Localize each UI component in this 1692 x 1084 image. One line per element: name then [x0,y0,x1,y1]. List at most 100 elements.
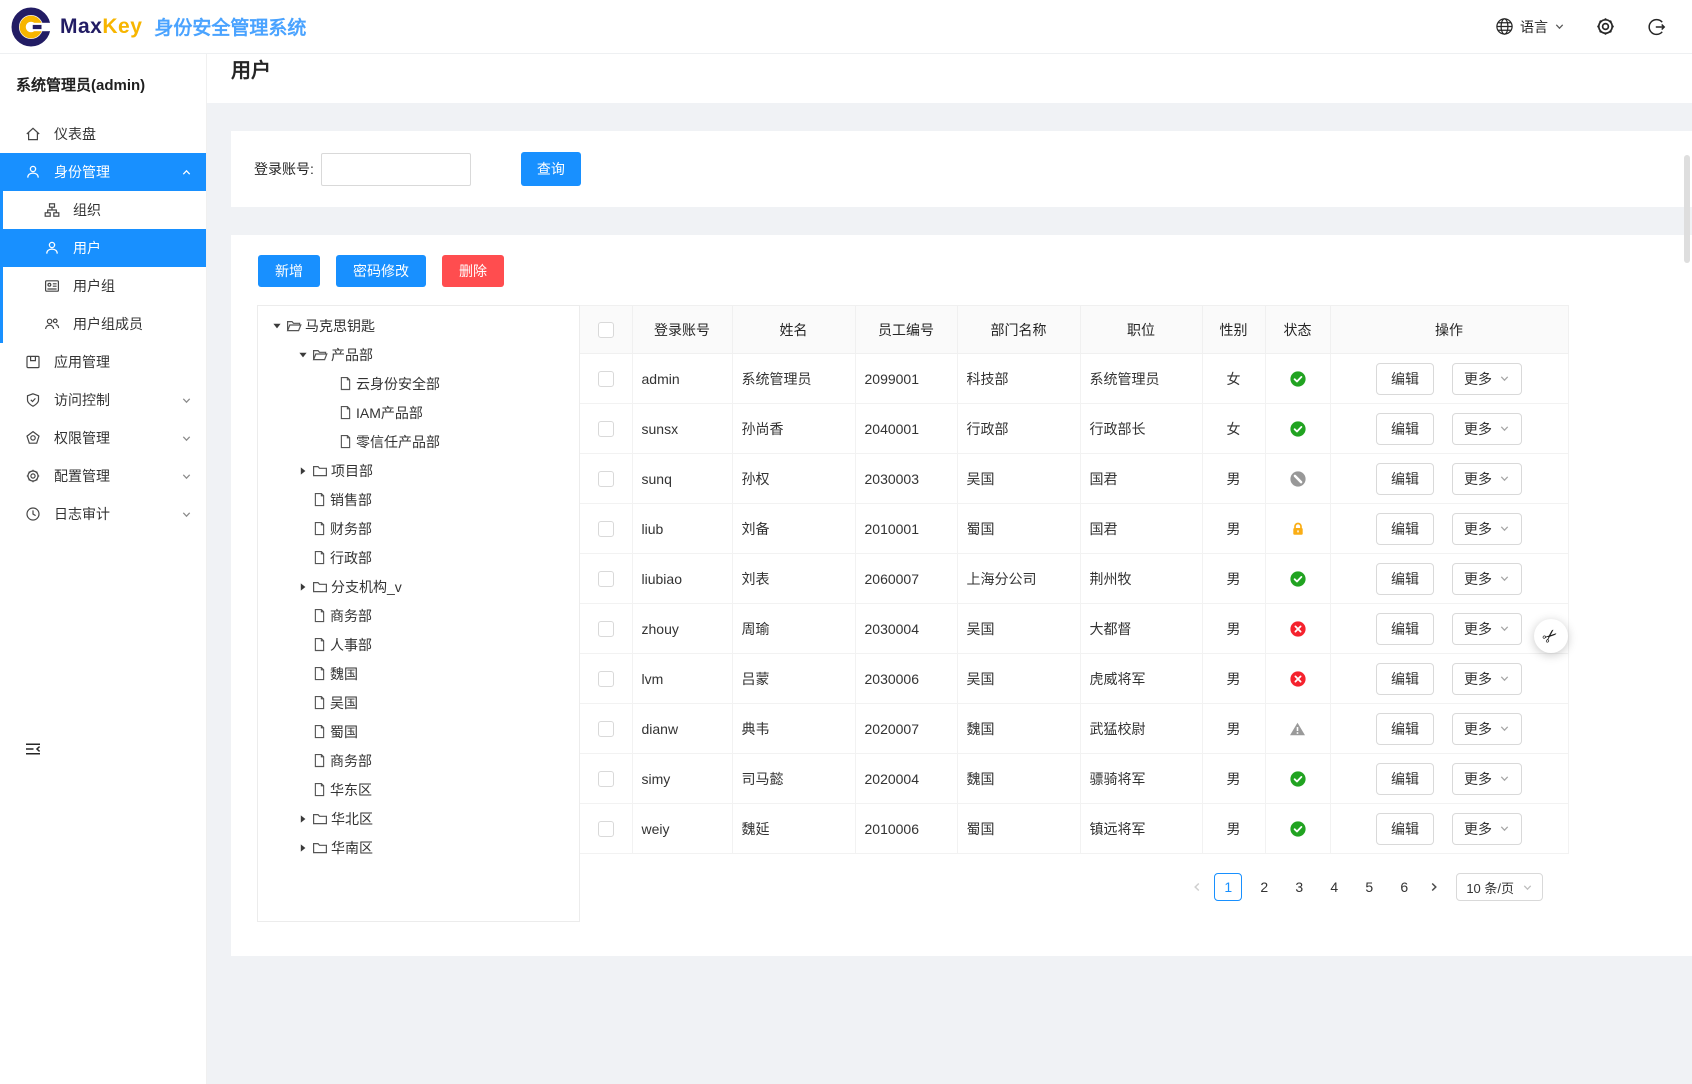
cell-actions: 编辑更多 [1330,454,1568,504]
row-checkbox[interactable] [598,571,614,587]
sidebar-item-organizations[interactable]: 组织 [3,191,206,229]
change-password-button[interactable]: 密码修改 [336,255,426,287]
main-content: home / 身份管理 / 用户 用户 登录账号: 查询 新增 密码修改 删除 … [207,0,1692,956]
tree-node[interactable]: 人事部 [258,630,579,659]
tree-node[interactable]: 华东区 [258,775,579,804]
cell-position: 武猛校尉 [1080,704,1202,754]
vertical-scrollbar[interactable] [1684,155,1690,263]
tree-node[interactable]: 魏国 [258,659,579,688]
edit-button[interactable]: 编辑 [1376,413,1434,445]
caret-right-icon[interactable] [294,466,312,476]
tree-node-label: 分支机构_v [331,577,402,597]
page-button[interactable]: 4 [1321,873,1347,901]
sidebar-item-permissions[interactable]: 权限管理 [0,419,206,457]
tree-node[interactable]: 云身份安全部 [258,369,579,398]
language-menu[interactable]: 语言 [1495,17,1565,37]
edit-button[interactable]: 编辑 [1376,463,1434,495]
sidebar-item-user-group-members[interactable]: 用户组成员 [3,305,206,343]
login-account-input[interactable] [321,153,471,186]
more-button[interactable]: 更多 [1452,813,1522,845]
row-select-cell [580,804,632,854]
row-checkbox[interactable] [598,521,614,537]
tree-node[interactable]: 吴国 [258,688,579,717]
edit-button[interactable]: 编辑 [1376,713,1434,745]
sidebar-item-config[interactable]: 配置管理 [0,457,206,495]
tree-node-label: IAM产品部 [356,403,423,423]
sidebar-item-access-control[interactable]: 访问控制 [0,381,206,419]
edit-button[interactable]: 编辑 [1376,563,1434,595]
more-button[interactable]: 更多 [1452,413,1522,445]
tree-node[interactable]: IAM产品部 [258,398,579,427]
tree-node[interactable]: 华北区 [258,804,579,833]
edit-button[interactable]: 编辑 [1376,613,1434,645]
more-button[interactable]: 更多 [1452,713,1522,745]
more-button[interactable]: 更多 [1452,663,1522,695]
sidebar-item-user-groups[interactable]: 用户组 [3,267,206,305]
more-button[interactable]: 更多 [1452,363,1522,395]
row-select-cell [580,654,632,704]
sidebar-item-dashboard[interactable]: 仪表盘 [0,115,206,153]
cell-position: 大都督 [1080,604,1202,654]
page-button[interactable]: 3 [1286,873,1312,901]
tree-node[interactable]: 分支机构_v [258,572,579,601]
page-button[interactable]: 1 [1214,873,1242,901]
edit-button[interactable]: 编辑 [1376,663,1434,695]
tree-node[interactable]: 蜀国 [258,717,579,746]
tree-node[interactable]: 商务部 [258,601,579,630]
more-button[interactable]: 更多 [1452,513,1522,545]
edit-button[interactable]: 编辑 [1376,363,1434,395]
tree-node[interactable]: 销售部 [258,485,579,514]
row-checkbox[interactable] [598,371,614,387]
row-checkbox[interactable] [598,771,614,787]
cell-status [1265,754,1330,804]
more-button[interactable]: 更多 [1452,563,1522,595]
caret-down-icon[interactable] [268,321,286,331]
tree-node[interactable]: 商务部 [258,746,579,775]
caret-down-icon[interactable] [294,350,312,360]
tree-node[interactable]: 零信任产品部 [258,427,579,456]
more-button[interactable]: 更多 [1452,763,1522,795]
edit-button[interactable]: 编辑 [1376,813,1434,845]
more-button[interactable]: 更多 [1452,613,1522,645]
floating-tool-button[interactable]: ✂ [1534,619,1568,653]
sidebar-item-identity[interactable]: 身份管理 [0,153,206,191]
row-checkbox[interactable] [598,671,614,687]
sidebar-collapse-button[interactable] [24,740,42,758]
select-all-checkbox[interactable] [598,322,614,338]
previous-page-button[interactable] [1189,881,1205,893]
sidebar-item-users[interactable]: 用户 [3,229,206,267]
brand-subtitle: 身份安全管理系统 [154,13,306,40]
page-button[interactable]: 6 [1391,873,1417,901]
row-checkbox[interactable] [598,471,614,487]
tree-node[interactable]: 马克思钥匙 [258,311,579,340]
edit-button[interactable]: 编辑 [1376,513,1434,545]
sidebar-item-apps[interactable]: 应用管理 [0,343,206,381]
caret-right-icon[interactable] [294,582,312,592]
sidebar-item-label: 身份管理 [54,162,168,182]
row-checkbox[interactable] [598,721,614,737]
more-button[interactable]: 更多 [1452,463,1522,495]
tree-node[interactable]: 产品部 [258,340,579,369]
tree-node[interactable]: 财务部 [258,514,579,543]
tree-node[interactable]: 行政部 [258,543,579,572]
maxkey-logo-icon [10,6,52,48]
logout-button[interactable] [1646,17,1666,37]
tree-node[interactable]: 项目部 [258,456,579,485]
edit-button[interactable]: 编辑 [1376,763,1434,795]
next-page-button[interactable] [1426,881,1442,893]
page-button[interactable]: 2 [1251,873,1277,901]
sidebar-item-audit[interactable]: 日志审计 [0,495,206,533]
table-row: admin系统管理员2099001科技部系统管理员女编辑更多 [580,354,1568,404]
caret-right-icon[interactable] [294,814,312,824]
page-button[interactable]: 5 [1356,873,1382,901]
row-checkbox[interactable] [598,421,614,437]
delete-button[interactable]: 删除 [442,255,504,287]
query-button[interactable]: 查询 [521,152,581,186]
page-size-select[interactable]: 10 条/页 [1456,873,1543,901]
settings-button[interactable] [1595,16,1616,37]
caret-right-icon[interactable] [294,843,312,853]
row-checkbox[interactable] [598,821,614,837]
add-button[interactable]: 新增 [258,255,320,287]
tree-node[interactable]: 华南区 [258,833,579,862]
row-checkbox[interactable] [598,621,614,637]
